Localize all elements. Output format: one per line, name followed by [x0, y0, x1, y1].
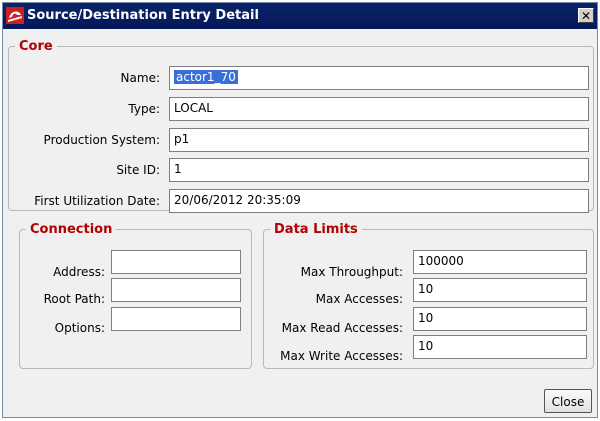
close-icon[interactable]: ✕: [578, 8, 594, 23]
production-system-label: Production System:: [43, 133, 160, 147]
title-bar[interactable]: Source/Destination Entry Detail ✕: [3, 3, 597, 29]
name-value: actor1_70: [174, 70, 238, 84]
max-write-accesses-field[interactable]: 10: [413, 335, 587, 359]
site-id-label: Site ID:: [116, 163, 160, 177]
production-system-field[interactable]: p1: [169, 128, 589, 152]
options-label: Options:: [54, 321, 105, 335]
type-field[interactable]: LOCAL: [169, 97, 589, 121]
max-throughput-field[interactable]: 100000: [413, 250, 587, 274]
core-legend: Core: [19, 39, 53, 54]
data-limits-legend: Data Limits: [274, 222, 358, 237]
site-id-field[interactable]: 1: [169, 158, 589, 182]
core-group: Core: [8, 39, 594, 211]
close-button[interactable]: Close: [544, 389, 592, 413]
max-accesses-field[interactable]: 10: [413, 278, 587, 302]
app-logo-icon: [6, 7, 24, 24]
first-utilization-date-field[interactable]: 20/06/2012 20:35:09: [169, 189, 589, 213]
options-field[interactable]: [111, 307, 241, 331]
address-label: Address:: [53, 265, 105, 279]
max-write-accesses-label: Max Write Accesses:: [280, 349, 403, 363]
max-read-accesses-label: Max Read Accesses:: [281, 321, 403, 335]
name-field[interactable]: actor1_70: [169, 66, 589, 90]
window-title: Source/Destination Entry Detail: [27, 8, 259, 23]
connection-legend: Connection: [30, 222, 113, 237]
address-field[interactable]: [111, 250, 241, 274]
type-label: Type:: [128, 102, 160, 116]
name-label: Name:: [120, 71, 160, 85]
max-throughput-label: Max Throughput:: [300, 265, 403, 279]
root-path-label: Root Path:: [43, 292, 105, 306]
dialog-window: Source/Destination Entry Detail ✕ Core N…: [2, 2, 598, 418]
root-path-field[interactable]: [111, 278, 241, 302]
max-read-accesses-field[interactable]: 10: [413, 307, 587, 331]
first-utilization-date-label: First Utilization Date:: [34, 194, 160, 208]
max-accesses-label: Max Accesses:: [315, 292, 403, 306]
